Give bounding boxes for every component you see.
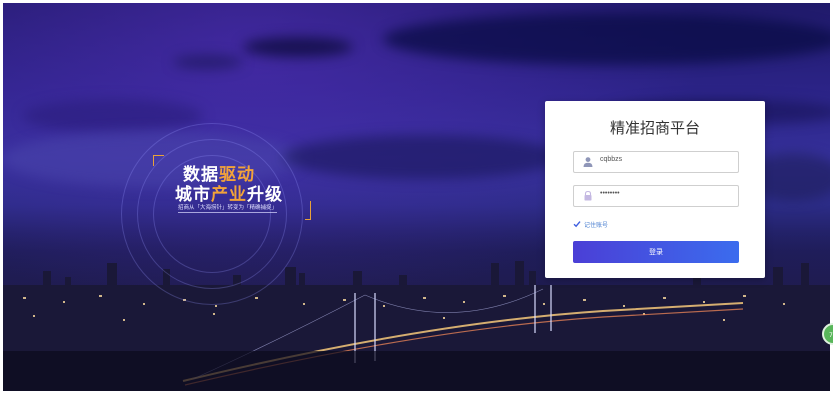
checkbox-checked-icon[interactable] xyxy=(573,220,581,228)
lock-icon xyxy=(584,190,592,201)
cloud xyxy=(283,135,563,179)
cloud xyxy=(243,37,353,57)
login-card: 精准招商平台 cqbbzs •••••••• 记住账号 登录 xyxy=(545,101,765,278)
slogan-tagline: 招商从「大海捞针」转变为「精确捕捉」 xyxy=(178,205,278,213)
user-icon xyxy=(583,157,593,167)
bracket-decoration xyxy=(305,201,311,220)
cloud xyxy=(173,55,243,69)
login-button[interactable]: 登录 xyxy=(573,241,739,263)
password-value[interactable]: •••••••• xyxy=(600,190,620,197)
slogan-block: 数据驱动 城市产业升级 招商从「大海捞针」转变为「精确捕捉」 xyxy=(153,155,313,225)
slogan-text: 升级 xyxy=(247,185,283,204)
username-field[interactable]: cqbbzs xyxy=(573,151,739,173)
slogan-text: 城市 xyxy=(175,185,211,204)
remember-account-label[interactable]: 记住账号 xyxy=(584,220,608,229)
password-field[interactable]: •••••••• xyxy=(573,185,739,207)
slogan-headline-2: 城市产业升级 xyxy=(175,180,283,205)
username-value[interactable]: cqbbzs xyxy=(600,156,622,163)
bracket-decoration xyxy=(153,155,164,166)
cloud xyxy=(383,13,830,65)
login-title: 精准招商平台 xyxy=(609,119,700,137)
slogan-highlight: 产业 xyxy=(211,185,247,204)
